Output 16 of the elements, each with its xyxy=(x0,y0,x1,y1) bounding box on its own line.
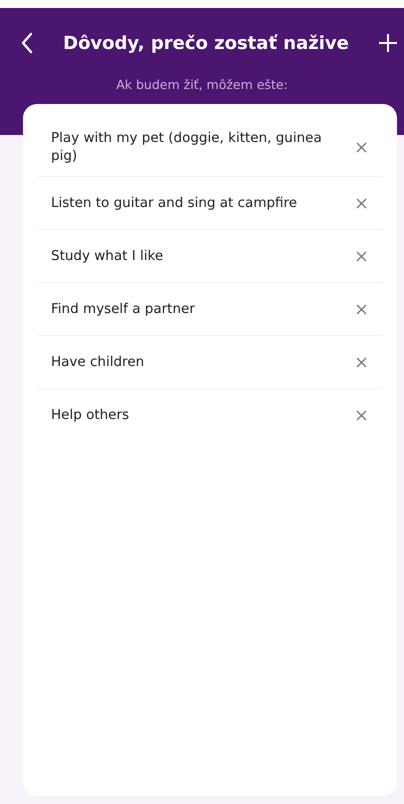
close-icon[interactable] xyxy=(356,410,367,420)
close-icon[interactable] xyxy=(356,304,367,314)
close-icon[interactable] xyxy=(356,356,367,368)
reason-text: Listen to guitar and sing at campfire xyxy=(51,194,298,212)
screen-title: Dôvody, prečo zostať nažive xyxy=(63,32,349,54)
reason-text: Study what I like xyxy=(51,247,164,265)
close-icon[interactable] xyxy=(356,142,367,152)
back-icon[interactable] xyxy=(20,32,34,54)
reason-text: Play with my pet (doggie, kitten, guinea pig) xyxy=(51,129,323,165)
add-icon[interactable] xyxy=(378,33,398,53)
close-icon[interactable] xyxy=(356,198,367,208)
reason-text: Have children xyxy=(51,353,144,371)
reason-text: Find myself a partner xyxy=(51,300,195,318)
subtitle: Ak budem žiť, môžem ešte: xyxy=(116,77,288,92)
reason-text: Help others xyxy=(51,406,130,424)
close-icon[interactable] xyxy=(356,250,367,262)
